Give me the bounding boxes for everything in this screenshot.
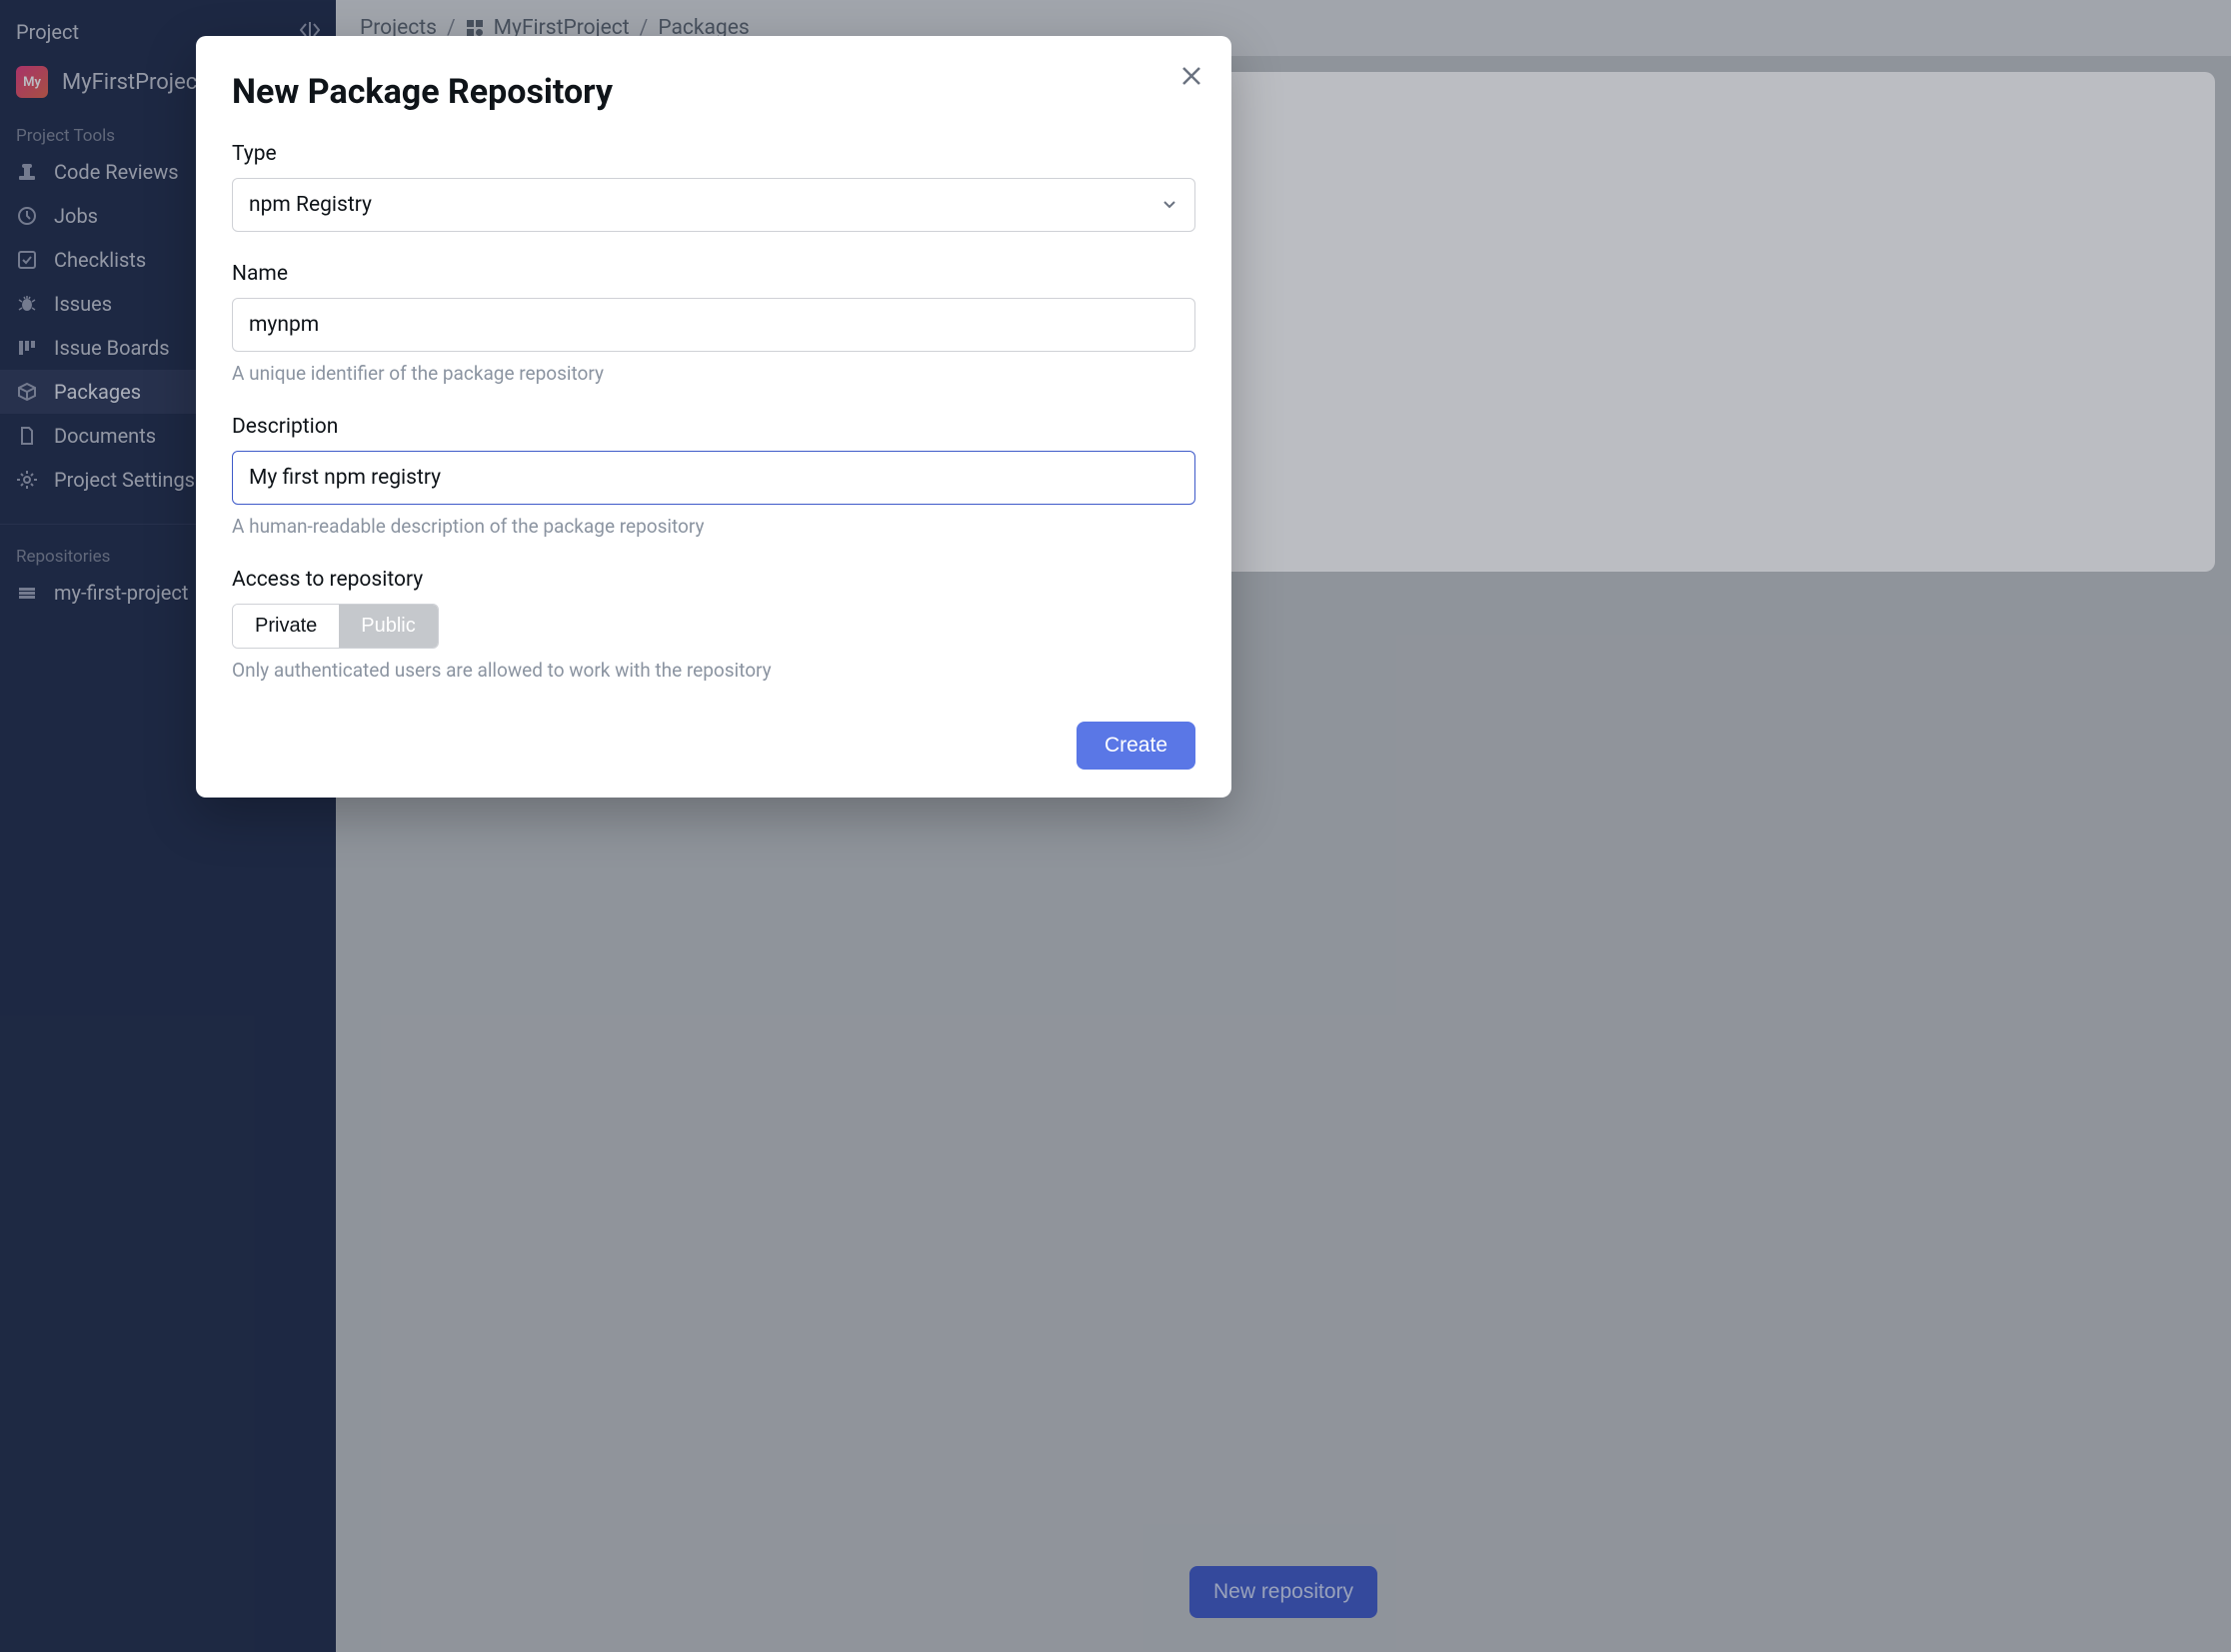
name-help: A unique identifier of the package repos… <box>232 362 1195 385</box>
name-input[interactable] <box>232 298 1195 352</box>
modal-footer: Create <box>232 722 1195 770</box>
access-option-private[interactable]: Private <box>233 605 339 648</box>
new-package-repository-modal: New Package Repository Type npm Registry… <box>196 36 1231 798</box>
create-button[interactable]: Create <box>1077 722 1195 770</box>
type-label: Type <box>232 142 1195 166</box>
description-help: A human-readable description of the pack… <box>232 515 1195 538</box>
close-icon[interactable] <box>1179 64 1203 93</box>
name-label: Name <box>232 262 1195 286</box>
field-description: Description A human-readable description… <box>232 415 1195 538</box>
field-access: Access to repository Private Public Only… <box>232 568 1195 682</box>
description-input[interactable] <box>232 451 1195 505</box>
access-segmented: Private Public <box>232 604 439 649</box>
access-label: Access to repository <box>232 568 1195 592</box>
access-help: Only authenticated users are allowed to … <box>232 659 1195 682</box>
type-select[interactable]: npm Registry <box>232 178 1195 232</box>
access-option-public[interactable]: Public <box>339 605 437 648</box>
description-label: Description <box>232 415 1195 439</box>
modal-title: New Package Repository <box>232 72 1195 112</box>
field-name: Name A unique identifier of the package … <box>232 262 1195 385</box>
field-type: Type npm Registry <box>232 142 1195 232</box>
app-root: Project My MyFirstProject Project Tools … <box>0 0 2231 1652</box>
modal-overlay[interactable]: New Package Repository Type npm Registry… <box>0 0 2231 1652</box>
